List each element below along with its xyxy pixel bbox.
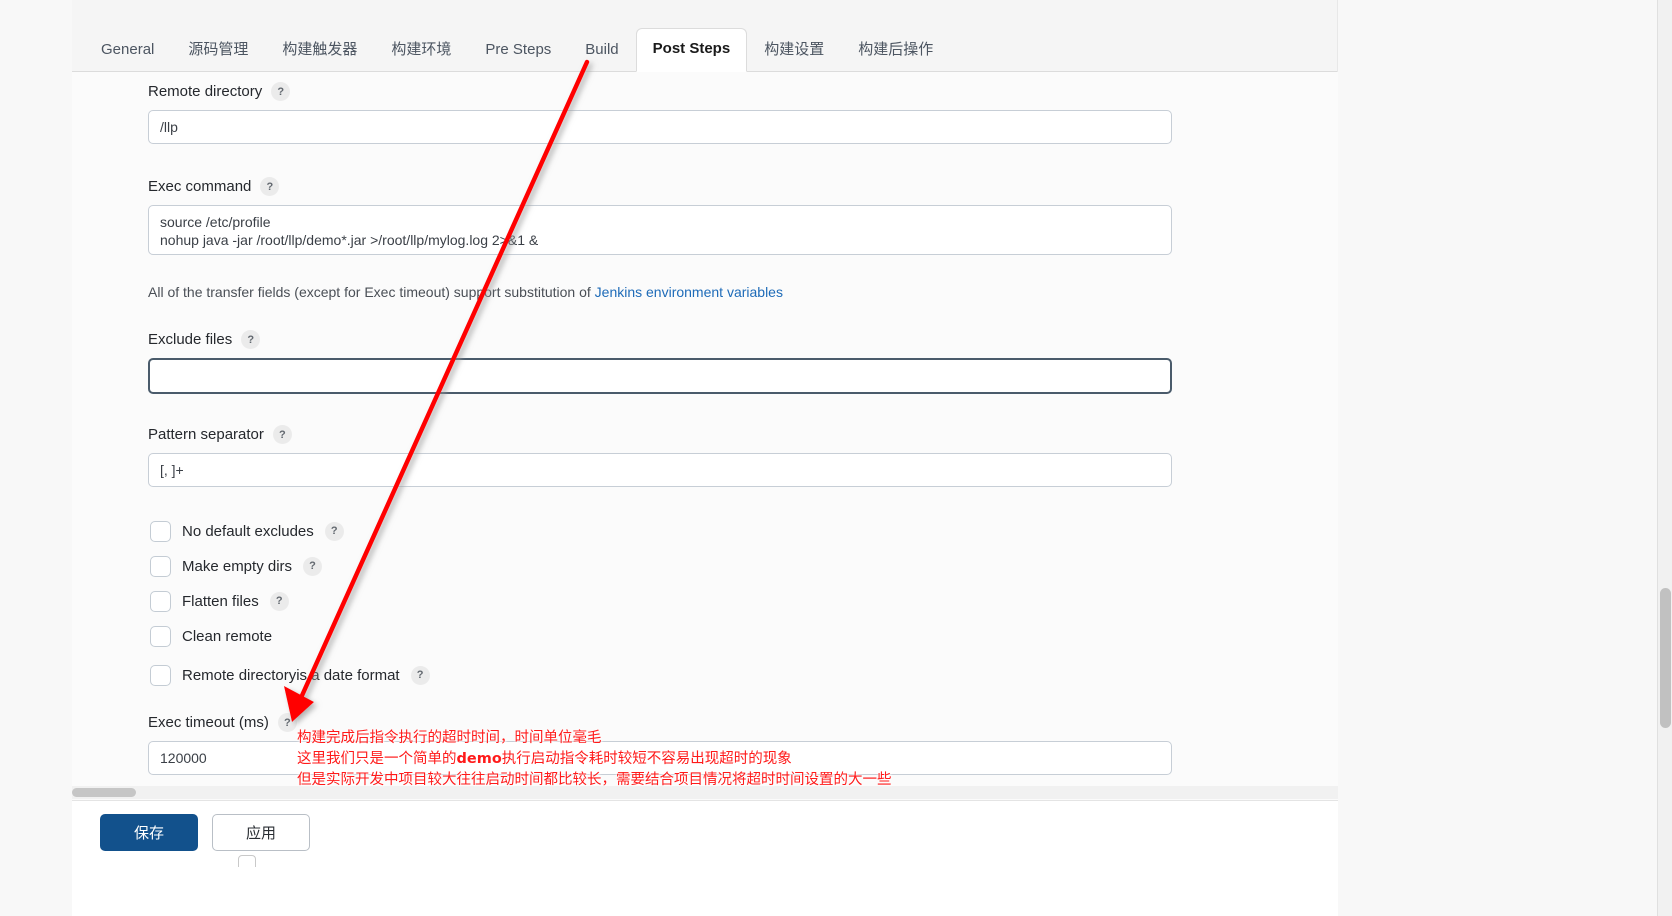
checkbox-row-make-empty-dirs[interactable]: Make empty dirs ? xyxy=(150,551,430,581)
tab-build-settings[interactable]: 构建设置 xyxy=(747,29,841,73)
tab-pre-steps[interactable]: Pre Steps xyxy=(468,29,568,73)
help-icon[interactable]: ? xyxy=(272,425,292,444)
post-steps-form: Remote directory ? Exec command ? source… xyxy=(72,72,1338,800)
page-vertical-scroll-thumb[interactable] xyxy=(1660,588,1671,728)
checkbox-remote-directory-date-format[interactable] xyxy=(150,664,171,686)
page-vertical-scrollbar[interactable] xyxy=(1657,0,1672,916)
tab-post-build[interactable]: 构建后操作 xyxy=(841,29,950,73)
exec-timeout-label: Exec timeout (ms) xyxy=(148,714,269,731)
help-icon[interactable]: ? xyxy=(410,665,430,685)
options-checkbox-group: No default excludes ? Make empty dirs ? … xyxy=(150,516,430,690)
partial-offscreen-button[interactable] xyxy=(238,855,256,867)
exclude-files-label: Exclude files xyxy=(148,331,233,348)
exec-command-label: Exec command xyxy=(148,178,252,195)
exclude-files-label-row: Exclude files ? xyxy=(148,330,1172,349)
jenkins-job-config-page: General 源码管理 构建触发器 构建环境 Pre Steps Build … xyxy=(0,0,1672,916)
transfer-fields-hint: All of the transfer fields (except for E… xyxy=(148,284,783,300)
pattern-separator-label-row: Pattern separator ? xyxy=(148,425,1172,444)
help-icon[interactable]: ? xyxy=(260,177,280,196)
config-card: General 源码管理 构建触发器 构建环境 Pre Steps Build … xyxy=(72,0,1338,855)
help-icon[interactable]: ? xyxy=(303,556,323,576)
checkbox-row-flatten-files[interactable]: Flatten files ? xyxy=(150,586,430,616)
remote-directory-input[interactable] xyxy=(148,110,1172,144)
help-icon[interactable]: ? xyxy=(277,713,297,732)
tab-build-triggers[interactable]: 构建触发器 xyxy=(265,29,374,73)
field-pattern-separator: Pattern separator ? xyxy=(148,425,1172,487)
checkbox-row-clean-remote[interactable]: Clean remote xyxy=(150,621,430,651)
help-icon[interactable]: ? xyxy=(241,330,261,349)
checkbox-flatten-files[interactable] xyxy=(150,590,171,612)
field-exclude-files: Exclude files ? xyxy=(148,330,1172,394)
remote-directory-label: Remote directory xyxy=(148,83,263,100)
pattern-separator-input[interactable] xyxy=(148,453,1172,487)
checkbox-label: Remote directoryis a date format xyxy=(182,666,400,684)
save-button[interactable]: 保存 xyxy=(100,814,198,851)
checkbox-no-default-excludes[interactable] xyxy=(150,520,171,542)
form-action-bar: 保存 应用 xyxy=(72,800,1338,862)
checkbox-label: No default excludes xyxy=(182,522,314,540)
apply-button[interactable]: 应用 xyxy=(212,814,310,851)
help-icon[interactable]: ? xyxy=(269,591,289,611)
tab-scm[interactable]: 源码管理 xyxy=(171,29,265,73)
exec-command-textarea[interactable]: source /etc/profile nohup java -jar /roo… xyxy=(148,205,1172,255)
checkbox-row-remote-directory-date-format[interactable]: Remote directoryis a date format ? xyxy=(150,660,430,690)
tab-build-env[interactable]: 构建环境 xyxy=(374,29,468,73)
remote-directory-label-row: Remote directory ? xyxy=(148,82,1172,101)
field-exec-command: Exec command ? source /etc/profile nohup… xyxy=(148,177,1172,260)
field-exec-timeout: Exec timeout (ms) ? xyxy=(148,713,1172,775)
checkbox-label: Clean remote xyxy=(182,627,273,645)
form-horizontal-scrollbar[interactable] xyxy=(72,786,1338,799)
checkbox-make-empty-dirs[interactable] xyxy=(150,555,171,577)
checkbox-row-no-default-excludes[interactable]: No default excludes ? xyxy=(150,516,430,546)
exclude-files-input[interactable] xyxy=(148,358,1172,394)
pattern-separator-label: Pattern separator xyxy=(148,426,264,443)
jenkins-env-variables-link[interactable]: Jenkins environment variables xyxy=(595,284,783,300)
tab-post-steps[interactable]: Post Steps xyxy=(635,27,748,72)
form-horizontal-scroll-thumb[interactable] xyxy=(72,788,136,797)
tab-general[interactable]: General xyxy=(84,29,171,73)
config-tab-bar: General 源码管理 构建触发器 构建环境 Pre Steps Build … xyxy=(72,0,1337,72)
exec-timeout-input[interactable] xyxy=(148,741,1172,775)
left-gutter xyxy=(0,0,72,916)
help-icon[interactable]: ? xyxy=(271,82,291,101)
right-gutter xyxy=(1338,0,1672,916)
help-icon[interactable]: ? xyxy=(324,521,344,541)
checkbox-clean-remote[interactable] xyxy=(150,625,171,647)
checkbox-label: Make empty dirs xyxy=(182,557,293,575)
transfer-hint-text: All of the transfer fields (except for E… xyxy=(148,284,595,300)
exec-timeout-label-row: Exec timeout (ms) ? xyxy=(148,713,1172,732)
tab-build[interactable]: Build xyxy=(568,29,635,73)
field-remote-directory: Remote directory ? xyxy=(148,82,1172,144)
exec-command-label-row: Exec command ? xyxy=(148,177,1172,196)
checkbox-label: Flatten files xyxy=(182,592,259,610)
